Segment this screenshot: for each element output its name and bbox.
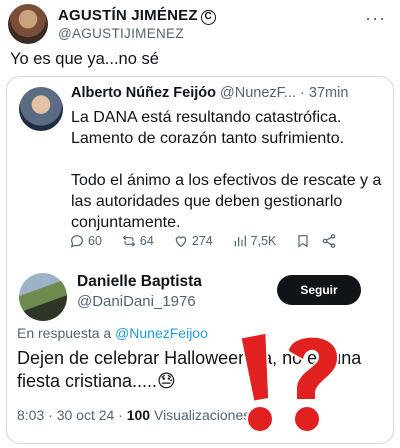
repost-icon — [122, 235, 136, 247]
repost-count: 64 — [139, 234, 154, 248]
more-options-button[interactable]: ··· — [365, 8, 386, 29]
views-button[interactable]: 7,5K — [232, 233, 277, 249]
author-name-text: AGUSTÍN JIMÉNEZ — [58, 7, 198, 24]
quoted-tweet-card[interactable]: Alberto Núñez Feijóo @NunezF... · 37min … — [6, 76, 394, 444]
quoted-author-line[interactable]: Alberto Núñez Feijóo @NunezF... · 37min — [71, 85, 348, 101]
bookmark-button[interactable] — [295, 233, 311, 249]
heart-icon — [175, 236, 187, 248]
quoted-paragraph-1: La DANA está resultando catastrófica. La… — [71, 109, 345, 147]
author-name[interactable]: AGUSTÍN JIMÉNEZ C — [58, 7, 216, 25]
author-avatar[interactable] — [8, 4, 48, 44]
bookmark-icon — [298, 235, 308, 248]
share-icon — [323, 234, 336, 248]
repost-button[interactable]: 64 — [121, 233, 154, 249]
reply-mention-link[interactable]: @NunezFeijoo — [115, 325, 208, 341]
reply-button[interactable]: 60 — [69, 233, 102, 249]
reply-time-date[interactable]: 8:03 · 30 oct 24 · — [17, 407, 127, 423]
follow-button[interactable]: Seguir — [277, 275, 361, 305]
view-count: 7,5K — [250, 234, 277, 248]
quoted-author-avatar[interactable] — [19, 87, 63, 131]
like-count: 274 — [191, 234, 213, 248]
reply-context-prefix: En respuesta a — [17, 325, 112, 341]
reply-author-name[interactable]: Danielle Baptista — [77, 273, 202, 291]
quoted-author-handle: @NunezF... · 37min — [220, 85, 349, 101]
reply-context: En respuesta a @NunezFeijoo — [17, 325, 208, 341]
reply-views-count: 100 — [126, 407, 151, 423]
author-handle[interactable]: @AGUSTIJIMENEZ — [58, 26, 184, 41]
reply-count: 60 — [88, 234, 102, 248]
reply-author-handle[interactable]: @DaniDani_1976 — [77, 293, 196, 310]
reply-icon — [70, 235, 83, 248]
like-button[interactable]: 274 — [173, 233, 213, 249]
quoted-author-name: Alberto Núñez Feijóo — [71, 85, 216, 101]
reply-meta: 8:03 · 30 oct 24 · 100 Visualizaciones — [17, 407, 250, 423]
analytics-icon — [234, 235, 246, 247]
exclamation-question-overlay-icon — [239, 331, 340, 433]
tweet-text: Yo es que ya...no sé — [10, 50, 159, 68]
share-button[interactable] — [321, 233, 337, 249]
reply-author-avatar[interactable] — [19, 273, 67, 321]
quoted-paragraph-2: Todo el ánimo a los efectivos de rescate… — [71, 172, 382, 231]
quoted-action-bar: 60 64 274 7,5K — [69, 229, 389, 253]
copyright-icon: C — [200, 10, 216, 25]
